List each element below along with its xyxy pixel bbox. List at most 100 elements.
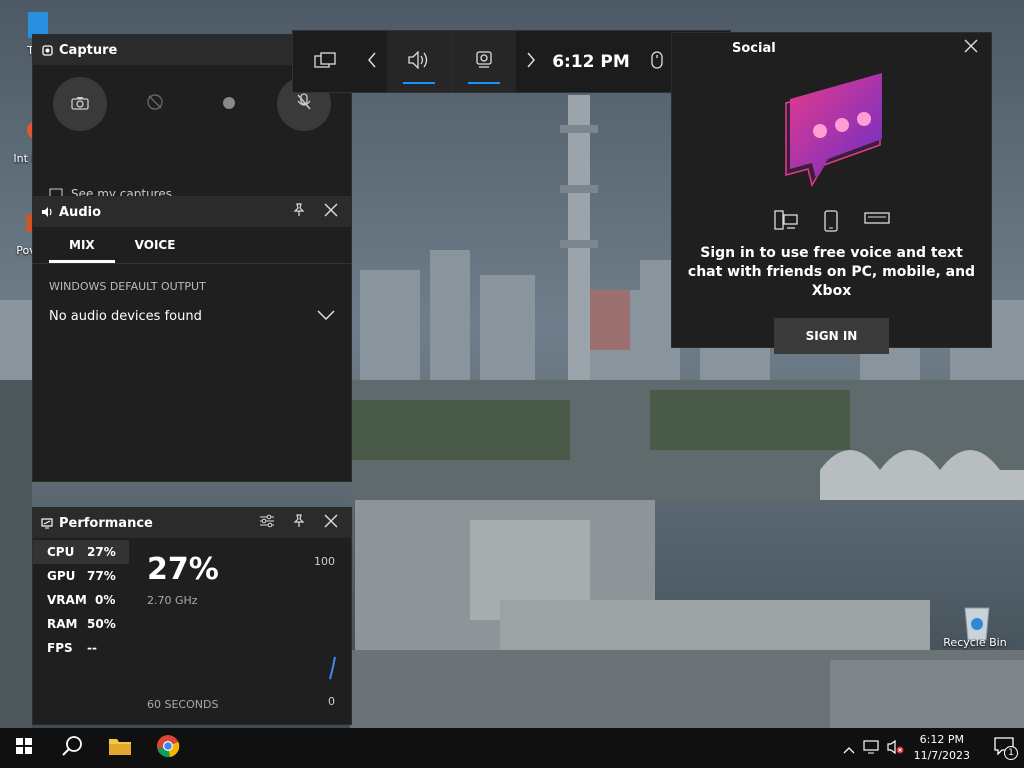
windows-logo-icon	[15, 737, 33, 759]
chat-bubble-icon	[784, 73, 882, 187]
notification-center-button[interactable]: 1	[984, 728, 1024, 768]
chevron-down-icon	[317, 309, 335, 324]
graph-window-label: 60 SECONDS	[147, 698, 219, 711]
audio-output-dropdown[interactable]: No audio devices found	[49, 309, 335, 324]
metric-cpu[interactable]: CPU 27%	[33, 540, 129, 564]
audio-widget-button[interactable]	[387, 31, 451, 92]
chevron-right-icon	[526, 52, 536, 72]
metric-ram[interactable]: RAM 50%	[33, 612, 129, 636]
close-button[interactable]	[319, 200, 343, 224]
network-icon	[862, 739, 881, 758]
sign-in-button[interactable]: SIGN IN	[774, 318, 889, 354]
desktop-icon-recycle-bin[interactable]: Recycle Bin	[940, 602, 1010, 649]
performance-options-button[interactable]	[255, 511, 279, 535]
audio-panel: Audio MIX VOICE WINDOWS DEFAULT OUTPUT N…	[32, 196, 352, 482]
scroll-left-button[interactable]	[357, 31, 387, 92]
capture-title: Capture	[59, 42, 118, 58]
metric-name: RAM	[47, 617, 78, 631]
social-sign-in-message: Sign in to use free voice and text chat …	[687, 245, 976, 299]
output-section-label: WINDOWS DEFAULT OUTPUT	[49, 280, 206, 293]
tray-overflow-button[interactable]	[838, 728, 860, 768]
pin-icon	[292, 514, 306, 532]
metric-name: GPU	[47, 569, 76, 583]
record-last-button[interactable]	[128, 77, 182, 131]
network-button[interactable]	[860, 728, 884, 768]
widget-menu-icon	[314, 51, 336, 72]
taskbar-time: 6:12 PM	[919, 733, 964, 746]
audio-output-value: No audio devices found	[49, 309, 202, 324]
graph-min-label: 0	[328, 695, 335, 708]
scroll-right-button[interactable]	[516, 31, 546, 92]
audio-tabs: MIX VOICE	[33, 227, 351, 264]
record-dot-icon	[222, 95, 236, 114]
record-last-disabled-icon	[146, 93, 164, 115]
notification-count-badge: 1	[1004, 746, 1018, 760]
widget-menu-button[interactable]	[293, 31, 357, 92]
close-button[interactable]	[319, 511, 343, 535]
cpu-frequency: 2.70 GHz	[147, 594, 198, 607]
metric-value: 27%	[87, 545, 116, 559]
sliders-icon	[259, 514, 275, 532]
cpu-big-value: 27%	[147, 552, 219, 587]
capture-icon	[41, 44, 53, 56]
pin-button[interactable]	[287, 200, 311, 224]
capture-widget-button[interactable]	[452, 31, 516, 92]
capture-icon	[475, 50, 493, 73]
mic-off-icon	[296, 93, 312, 115]
metric-name: VRAM	[47, 593, 87, 607]
close-icon	[324, 514, 338, 532]
game-bar-toolbar: 6:12 PM	[292, 30, 731, 93]
pin-button[interactable]	[287, 511, 311, 535]
start-recording-button[interactable]	[202, 77, 256, 131]
screenshot-button[interactable]	[53, 77, 108, 131]
file-explorer-button[interactable]	[96, 728, 144, 768]
xbox-console-icon	[863, 210, 890, 236]
close-button[interactable]	[959, 36, 983, 60]
tab-mix[interactable]: MIX	[49, 227, 115, 263]
tab-voice[interactable]: VOICE	[115, 227, 196, 263]
graph-max-label: 100	[314, 555, 335, 568]
social-panel: Social Sign in to use free voice and tex…	[671, 32, 992, 354]
social-title: Social	[732, 40, 776, 56]
performance-title: Performance	[59, 515, 153, 531]
game-bar-clock: 6:12 PM	[552, 51, 630, 72]
performance-icon	[41, 517, 53, 529]
performance-panel: Performance CPU 27% GPU 77% VRAM 0% RAM 50% …	[32, 507, 352, 725]
metric-value: 77%	[87, 569, 116, 583]
metric-name: FPS	[47, 641, 73, 655]
mouse-icon	[651, 50, 663, 73]
metric-vram[interactable]: VRAM 0%	[33, 588, 129, 612]
close-icon	[324, 203, 338, 221]
metric-value: 0%	[95, 593, 116, 607]
taskbar-clock[interactable]: 6:12 PM 11/7/2023	[914, 732, 970, 764]
chrome-button[interactable]	[144, 728, 192, 768]
desktop-icon-label: Recycle Bin	[943, 636, 1007, 649]
chevron-up-icon	[843, 739, 855, 758]
search-icon	[61, 735, 83, 761]
taskbar-date: 11/7/2023	[913, 749, 970, 762]
recycle-bin-icon	[959, 602, 991, 641]
pin-icon	[292, 203, 306, 221]
chrome-icon	[156, 734, 180, 762]
audio-title-bar[interactable]: Audio	[33, 197, 351, 227]
mobile-icon	[823, 210, 838, 236]
speaker-icon	[41, 206, 53, 218]
close-icon	[964, 39, 978, 57]
social-title-bar[interactable]: Social	[672, 33, 991, 63]
search-button[interactable]	[48, 728, 96, 768]
folder-icon	[108, 736, 132, 760]
audio-title: Audio	[59, 204, 102, 220]
chevron-left-icon	[367, 52, 377, 72]
speaker-icon	[408, 49, 430, 73]
metric-gpu[interactable]: GPU 77%	[33, 564, 129, 588]
start-button[interactable]	[0, 728, 48, 768]
performance-title-bar[interactable]: Performance	[33, 508, 351, 538]
metric-fps[interactable]: FPS --	[33, 636, 129, 660]
metric-value: 50%	[87, 617, 116, 631]
camera-icon	[71, 95, 89, 114]
volume-button[interactable]	[884, 728, 908, 768]
game-bar-widgets	[387, 31, 516, 92]
pc-icon	[773, 210, 798, 236]
metric-name: CPU	[47, 545, 75, 559]
taskbar: 6:12 PM 11/7/2023 1	[0, 728, 1024, 768]
